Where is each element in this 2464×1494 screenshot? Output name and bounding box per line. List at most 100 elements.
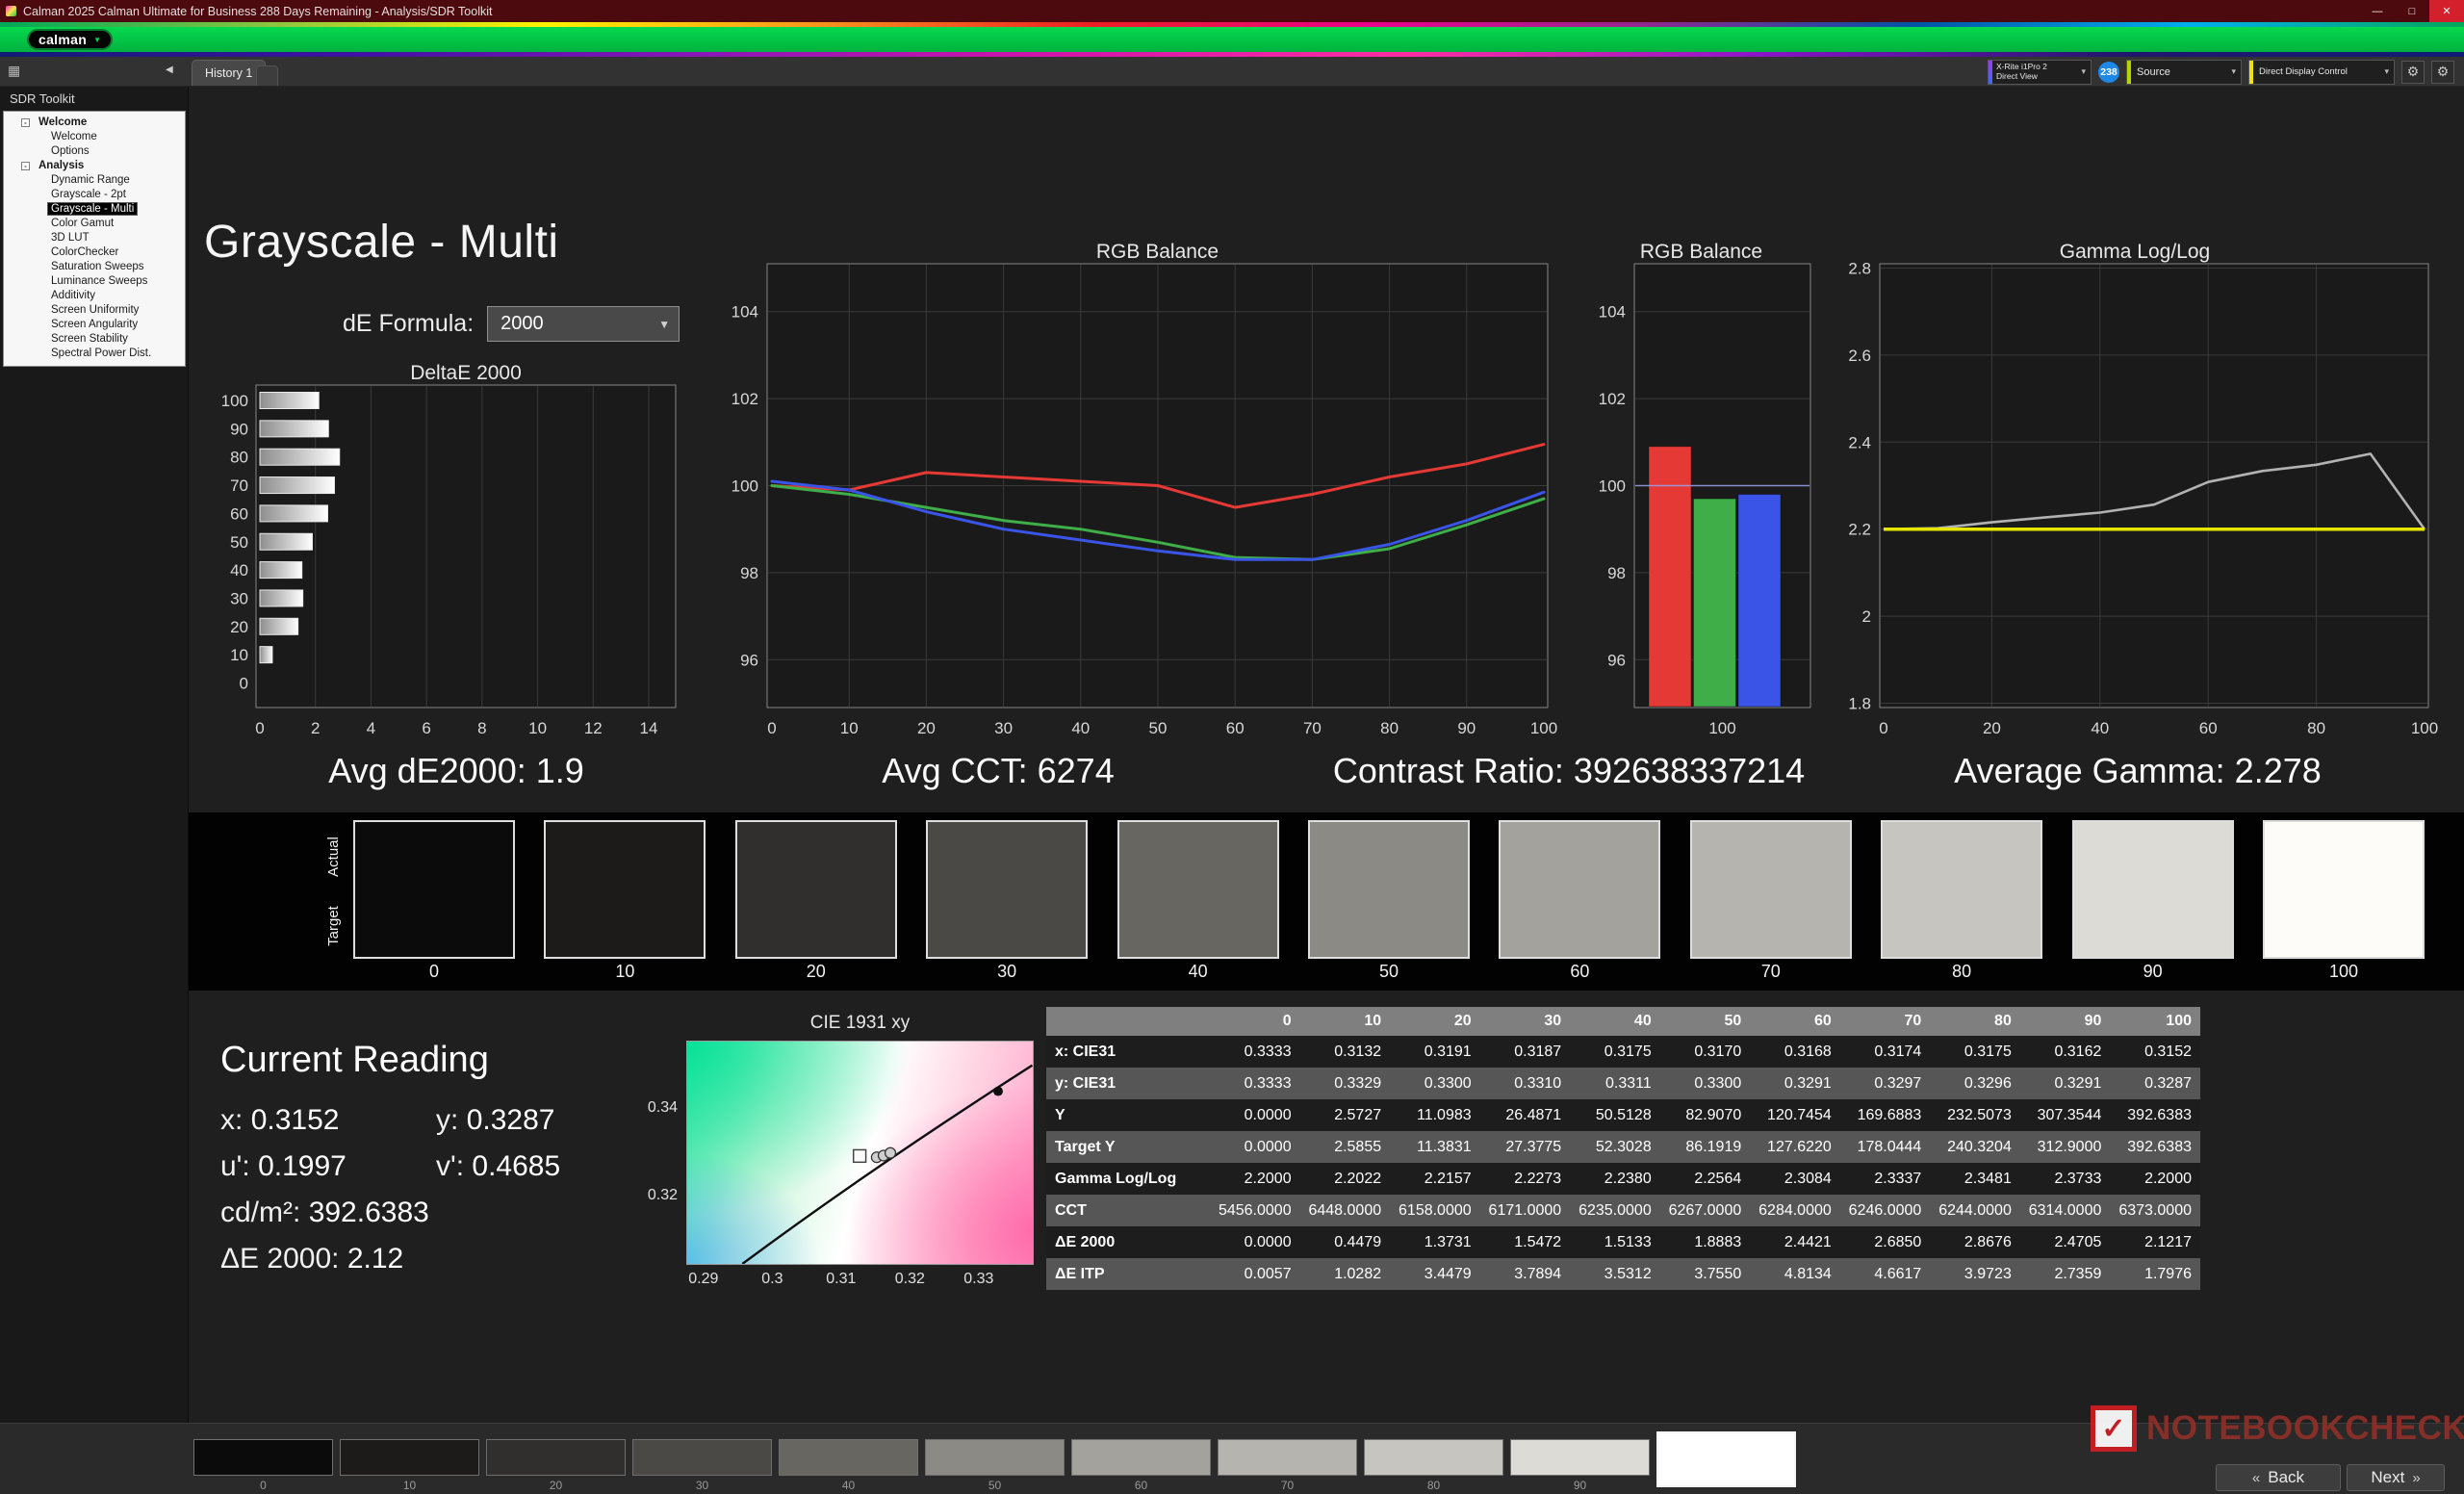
footer-patch-60[interactable] bbox=[1071, 1439, 1211, 1476]
next-button[interactable]: Next » bbox=[2347, 1464, 2445, 1491]
rgb-bar-green bbox=[1693, 498, 1736, 708]
grayscale-swatch-20 bbox=[734, 820, 897, 959]
table-cell: 1.5472 bbox=[1479, 1226, 1571, 1258]
table-cell: 11.3831 bbox=[1390, 1131, 1480, 1163]
app-window: Calman 2025 Calman Ultimate for Business… bbox=[0, 0, 2464, 1494]
footer-patch-40[interactable] bbox=[779, 1439, 918, 1476]
gear-icon[interactable]: ⚙ bbox=[2401, 60, 2425, 84]
chevron-down-icon: ▾ bbox=[2231, 66, 2236, 76]
footer-patch-50[interactable] bbox=[925, 1439, 1065, 1476]
tree-group-analysis[interactable]: - Analysis bbox=[4, 159, 185, 173]
display-control-select[interactable]: Direct Display Control ▾ bbox=[2248, 59, 2395, 85]
svg-text:100: 100 bbox=[1530, 719, 1557, 737]
svg-text:100: 100 bbox=[2411, 719, 2438, 737]
swatch-label-90: 90 bbox=[2143, 962, 2163, 981]
table-cell: 2.5727 bbox=[1299, 1099, 1391, 1131]
table-cell: 11.0983 bbox=[1390, 1099, 1480, 1131]
tree-collapse-icon[interactable]: - bbox=[21, 162, 30, 170]
footer-patch-20[interactable] bbox=[486, 1439, 626, 1476]
table-row-label: Y bbox=[1046, 1099, 1211, 1131]
svg-text:2.6: 2.6 bbox=[1848, 347, 1871, 365]
back-button[interactable]: « Back bbox=[2216, 1464, 2341, 1491]
close-button[interactable]: ✕ bbox=[2429, 0, 2464, 22]
sidebar-item-label: Spectral Power Dist. bbox=[51, 348, 152, 359]
footer-patch-100[interactable] bbox=[1656, 1431, 1796, 1487]
table-cell: 2.2000 bbox=[1210, 1163, 1300, 1195]
sidebar-item-label: ColorChecker bbox=[51, 246, 119, 258]
tab-history-1[interactable]: History 1 bbox=[192, 60, 267, 86]
table-cell: 0.3287 bbox=[2110, 1068, 2200, 1099]
sidebar-item-screen-stability[interactable]: Screen Stability bbox=[4, 332, 185, 347]
meter-select[interactable]: X-Rite i1Pro 2 Direct View ▾ bbox=[1988, 59, 2092, 85]
sidebar-item-welcome[interactable]: Welcome bbox=[4, 130, 185, 144]
svg-text:80: 80 bbox=[230, 449, 248, 467]
svg-text:30: 30 bbox=[994, 719, 1013, 737]
table-cell: 4.6617 bbox=[1839, 1258, 1931, 1290]
target-label: Target bbox=[325, 906, 342, 946]
calman-logo-button[interactable]: calman ▼ bbox=[27, 29, 113, 50]
sidebar-item-color-gamut[interactable]: Color Gamut bbox=[4, 217, 185, 231]
swatch-label-40: 40 bbox=[1188, 962, 1208, 981]
settings-gear-icon[interactable]: ⚙ bbox=[2431, 60, 2454, 84]
cie-x-tick: 0.32 bbox=[894, 1271, 925, 1287]
de-formula-label: dE Formula: bbox=[343, 310, 475, 337]
svg-text:104: 104 bbox=[732, 303, 758, 322]
window-title: Calman 2025 Calman Ultimate for Business… bbox=[23, 4, 493, 18]
footer-patch-70[interactable] bbox=[1218, 1439, 1357, 1476]
footer-patch-10[interactable] bbox=[340, 1439, 479, 1476]
svg-text:96: 96 bbox=[1607, 651, 1626, 669]
sidebar-item-options[interactable]: Options bbox=[4, 144, 185, 159]
minimize-button[interactable]: — bbox=[2360, 0, 2395, 22]
new-tab-button[interactable] bbox=[256, 65, 278, 86]
next-chevrons-icon: » bbox=[2412, 1469, 2421, 1486]
table-cell: 6244.0000 bbox=[1930, 1195, 2020, 1226]
svg-text:14: 14 bbox=[640, 719, 658, 737]
sidebar-item-colorchecker[interactable]: ColorChecker bbox=[4, 245, 185, 260]
sidebar-item-label: Color Gamut bbox=[51, 218, 115, 229]
sidebar-item-grayscale-2pt[interactable]: Grayscale - 2pt bbox=[4, 188, 185, 202]
table-cell: 4.8134 bbox=[1750, 1258, 1840, 1290]
table-cell: 0.3311 bbox=[1570, 1068, 1660, 1099]
tree-group-welcome[interactable]: - Welcome bbox=[4, 116, 185, 130]
table-cell: 0.3162 bbox=[2019, 1036, 2111, 1068]
svg-text:104: 104 bbox=[1599, 303, 1626, 322]
sidebar-collapse-icon[interactable]: ◀ bbox=[166, 65, 173, 75]
sidebar-item-screen-uniformity[interactable]: Screen Uniformity bbox=[4, 303, 185, 318]
footer-patch-80[interactable] bbox=[1364, 1439, 1503, 1476]
footer-patch-90[interactable] bbox=[1510, 1439, 1650, 1476]
tab-bar: ▦ ◀ History 1 X-Rite i1Pro 2 Direct View… bbox=[0, 57, 2464, 87]
table-col-header-10: 10 bbox=[1299, 1007, 1391, 1036]
sidebar-item-luminance-sweeps[interactable]: Luminance Sweeps bbox=[4, 274, 185, 289]
footer-patch-30[interactable] bbox=[632, 1439, 772, 1476]
svg-text:90: 90 bbox=[1457, 719, 1476, 737]
swatch-label-30: 30 bbox=[997, 962, 1017, 981]
grayscale-swatch-70 bbox=[1689, 820, 1852, 959]
table-cell: 0.3333 bbox=[1210, 1036, 1300, 1068]
table-cell: 2.3733 bbox=[2019, 1163, 2111, 1195]
svg-text:2.2: 2.2 bbox=[1848, 521, 1871, 539]
sidebar-item-grayscale-multi[interactable]: Grayscale - Multi bbox=[4, 202, 185, 217]
rgb-balance-bars-chart: 96 98 100 102 104 100 bbox=[1599, 263, 1811, 737]
chevron-down-icon: ▾ bbox=[2384, 66, 2389, 76]
grayscale-swatch-strip: Actual Target 0 10 20 30 40 50 60 70 80 90 100 bbox=[189, 812, 2464, 991]
swatch-label-70: 70 bbox=[1760, 962, 1781, 981]
sidebar-item-3d-lut[interactable]: 3D LUT bbox=[4, 231, 185, 245]
layout-grid-icon[interactable]: ▦ bbox=[8, 64, 20, 77]
source-select[interactable]: Source ▾ bbox=[2126, 59, 2242, 85]
sidebar-item-dynamic-range[interactable]: Dynamic Range bbox=[4, 173, 185, 188]
current-reading-title: Current Reading bbox=[220, 1040, 489, 1080]
sidebar-item-saturation-sweeps[interactable]: Saturation Sweeps bbox=[4, 260, 185, 274]
cd-value: 392.6383 bbox=[308, 1197, 429, 1228]
de-formula-dropdown[interactable]: 2000 ▼ bbox=[487, 306, 680, 342]
sidebar-item-screen-angularity[interactable]: Screen Angularity bbox=[4, 318, 185, 332]
de-formula-value: 2000 bbox=[500, 313, 544, 334]
sidebar-item-additivity[interactable]: Additivity bbox=[4, 289, 185, 303]
table-cell: 2.2000 bbox=[2110, 1163, 2200, 1195]
sidebar-item-label: Grayscale - Multi bbox=[46, 202, 139, 216]
footer-patch-0[interactable] bbox=[193, 1439, 333, 1476]
maximize-button[interactable]: □ bbox=[2395, 0, 2429, 22]
table-cell: 0.3300 bbox=[1659, 1068, 1751, 1099]
tree-collapse-icon[interactable]: - bbox=[21, 118, 30, 127]
sidebar-item-spectral-power-dist[interactable]: Spectral Power Dist. bbox=[4, 347, 185, 361]
table-cell: 6246.0000 bbox=[1839, 1195, 1931, 1226]
